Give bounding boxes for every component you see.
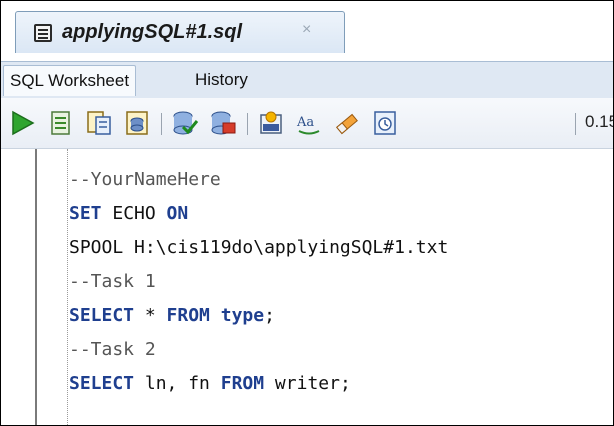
sql-keyword: type (220, 305, 265, 326)
worksheet-toolbar: Aa 0.156 (1, 98, 613, 149)
sql-tuning-icon[interactable] (257, 109, 285, 137)
fold-guide (67, 149, 68, 425)
clear-icon[interactable] (333, 109, 361, 137)
sql-text: SPOOL H:\cis119do\applyingSQL#1.txt (69, 237, 449, 258)
sql-keyword: SELECT (69, 373, 135, 394)
sql-text: ECHO (101, 203, 167, 224)
format-case-icon[interactable]: Aa (295, 109, 323, 137)
tab-history[interactable]: History (189, 65, 254, 95)
run-script-icon[interactable] (47, 109, 75, 137)
editor-gutter (35, 149, 37, 425)
sql-keyword: SELECT (69, 305, 135, 326)
sql-text: * (134, 305, 167, 326)
sql-history-icon[interactable] (371, 109, 399, 137)
tab-sql-worksheet[interactable]: SQL Worksheet (3, 65, 137, 96)
commit-icon[interactable] (171, 109, 199, 137)
code-line[interactable]: --YourNameHere (69, 163, 221, 197)
sql-keyword: FROM (220, 373, 265, 394)
sql-keyword: SET (69, 203, 102, 224)
sql-file-icon (34, 24, 52, 42)
close-tab-icon[interactable]: × (302, 21, 311, 39)
svg-text:Aa: Aa (296, 115, 314, 130)
autotrace-icon[interactable] (85, 109, 113, 137)
code-line[interactable]: SELECT * FROM type; (69, 299, 275, 333)
sql-worksheet-window: applyingSQL#1.sql × SQL Worksheet Histor… (0, 0, 614, 426)
run-statement-icon[interactable] (9, 109, 37, 137)
sql-keyword: ON (166, 203, 189, 224)
file-tab-row: applyingSQL#1.sql × (1, 1, 613, 61)
elapsed-time: 0.156 (585, 112, 613, 131)
sql-text: ln, fn (134, 373, 221, 394)
code-line[interactable]: SELECT ln, fn FROM writer; (69, 367, 351, 401)
sql-editor[interactable]: --YourNameHere SET ECHO ON SPOOL H:\cis119… (1, 149, 613, 425)
toolbar-separator (247, 113, 248, 135)
sql-keyword: FROM (166, 305, 210, 326)
sql-text: ; (264, 305, 275, 326)
sql-comment: --Task 2 (69, 339, 156, 360)
file-tab-title: applyingSQL#1.sql (62, 21, 243, 43)
toolbar-separator (161, 113, 162, 135)
rollback-icon[interactable] (209, 109, 237, 137)
toolbar-separator (575, 113, 576, 135)
file-tab[interactable]: applyingSQL#1.sql × (15, 11, 345, 53)
code-line[interactable]: --Task 1 (69, 265, 156, 299)
code-line[interactable]: SET ECHO ON (69, 197, 188, 231)
worksheet-subtabs: SQL Worksheet History (1, 61, 613, 99)
sql-comment: --YourNameHere (69, 169, 221, 190)
sql-comment: --Task 1 (69, 271, 156, 292)
sql-text: writer; (264, 373, 351, 394)
code-line[interactable]: --Task 2 (69, 333, 156, 367)
code-line[interactable]: SPOOL H:\cis119do\applyingSQL#1.txt (69, 231, 448, 265)
explain-plan-icon[interactable] (123, 109, 151, 137)
